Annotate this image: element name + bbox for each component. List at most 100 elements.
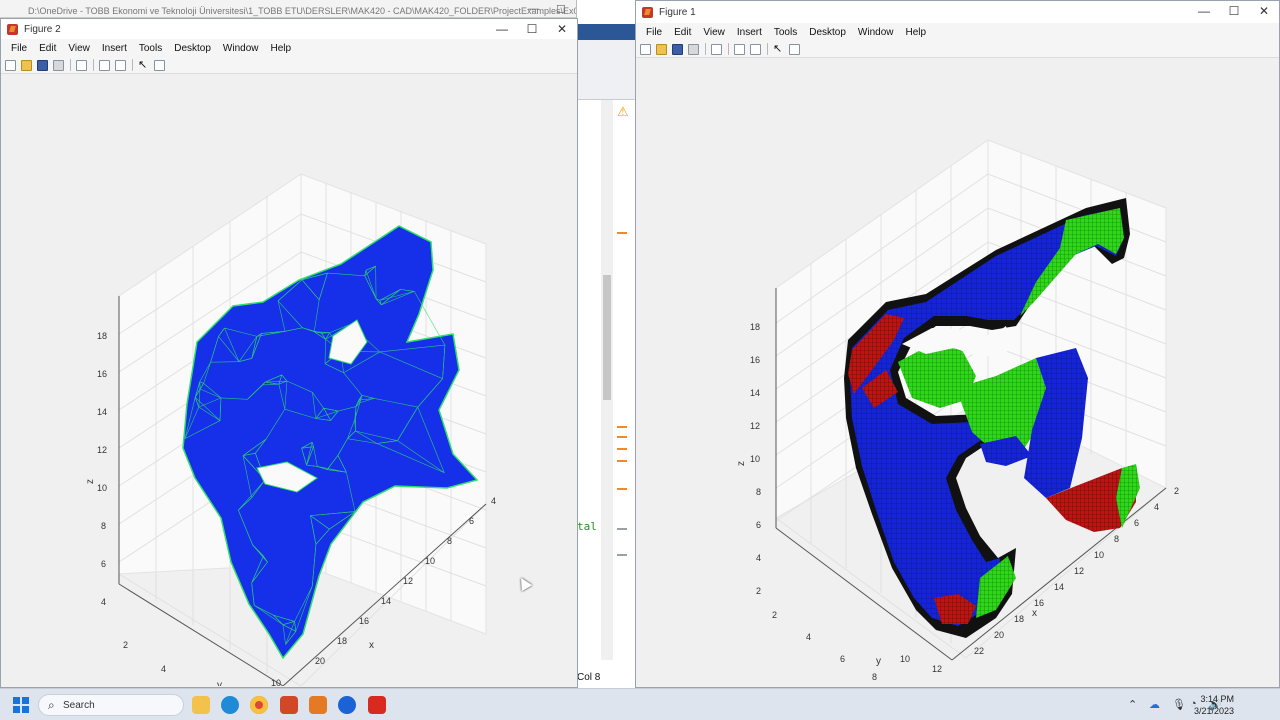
save-icon[interactable]	[37, 59, 48, 71]
figure-2-titlebar[interactable]: Figure 2 — ☐ ✕	[1, 19, 577, 39]
z-tick: 6	[101, 559, 106, 569]
background-window-titlebar[interactable]: D:\OneDrive - TOBB Ekonomi ve Teknoloji …	[0, 0, 578, 18]
property-inspector-icon[interactable]	[154, 59, 165, 71]
colorbar-icon[interactable]	[734, 43, 745, 55]
menu-help[interactable]: Help	[265, 43, 298, 54]
legend-icon[interactable]	[750, 43, 761, 55]
microphone-icon[interactable]: 🎙	[1172, 698, 1186, 711]
new-figure-icon[interactable]	[5, 59, 16, 71]
y-tick: 12	[932, 664, 942, 674]
minimize-button[interactable]: —	[528, 3, 539, 15]
system-clock[interactable]: 3:14 PM 3/21/2023	[1194, 693, 1234, 717]
menu-desktop[interactable]: Desktop	[803, 27, 852, 38]
minimize-button[interactable]: —	[1189, 1, 1219, 23]
print-icon[interactable]	[688, 43, 699, 55]
y-tick: 10	[271, 678, 281, 686]
menu-window[interactable]: Window	[217, 43, 265, 54]
matlab-taskbar-icon[interactable]	[309, 696, 327, 714]
maximize-button[interactable]: ☐	[517, 19, 547, 39]
z-tick: 4	[101, 597, 106, 607]
y-tick: 8	[872, 672, 877, 682]
legend-icon[interactable]	[115, 59, 126, 71]
minimize-button[interactable]: —	[487, 19, 517, 39]
code-analyzer-marker[interactable]	[617, 426, 627, 428]
menu-edit[interactable]: Edit	[668, 27, 697, 38]
warning-icon[interactable]: ⚠	[617, 104, 629, 120]
code-analyzer-marker[interactable]	[617, 528, 627, 530]
z-tick: 16	[750, 355, 760, 365]
maximize-button[interactable]: ☐	[556, 3, 566, 16]
zoom-icon[interactable]	[338, 696, 356, 714]
menu-tools[interactable]: Tools	[768, 27, 803, 38]
file-explorer-icon[interactable]	[192, 696, 210, 714]
figure-2-window: Figure 2 — ☐ ✕ File Edit View Insert Too…	[0, 18, 578, 718]
show-hidden-icons-icon[interactable]: ⌃	[1128, 698, 1137, 711]
x-tick: 12	[1074, 566, 1084, 576]
code-analyzer-marker[interactable]	[617, 436, 627, 438]
acrobat-icon[interactable]	[368, 696, 386, 714]
menu-file[interactable]: File	[5, 43, 33, 54]
x-tick: 20	[315, 656, 325, 666]
link-plot-icon[interactable]	[76, 59, 87, 71]
menu-view[interactable]: View	[697, 27, 731, 38]
scrollbar-thumb[interactable]	[603, 275, 611, 400]
code-analyzer-marker[interactable]	[617, 460, 627, 462]
edit-plot-arrow-icon[interactable]: ↖	[773, 43, 784, 55]
menu-desktop[interactable]: Desktop	[168, 43, 217, 54]
open-file-icon[interactable]	[21, 59, 32, 71]
menu-help[interactable]: Help	[900, 27, 933, 38]
link-plot-icon[interactable]	[711, 43, 722, 55]
close-button[interactable]: ✕	[547, 19, 577, 39]
start-button[interactable]	[13, 697, 29, 713]
onedrive-icon[interactable]: ☁	[1149, 698, 1160, 711]
y-tick: 6	[199, 685, 204, 686]
menu-insert[interactable]: Insert	[731, 27, 768, 38]
menu-view[interactable]: View	[62, 43, 96, 54]
figure-2-title: Figure 2	[24, 23, 61, 35]
code-analyzer-marker[interactable]	[617, 448, 627, 450]
menu-window[interactable]: Window	[852, 27, 900, 38]
powerpoint-icon[interactable]	[280, 696, 298, 714]
maximize-button[interactable]: ☐	[1219, 1, 1249, 23]
editor-scrollbar[interactable]	[601, 100, 613, 660]
z-tick-labels: 18 16 14 12 10 8 6 4 2	[750, 322, 761, 596]
figure-1-titlebar[interactable]: Figure 1 — ☐ ✕	[636, 1, 1279, 23]
z-tick: 18	[97, 331, 107, 341]
y-tick: 6	[840, 654, 845, 664]
edge-browser-icon[interactable]	[221, 696, 239, 714]
code-analyzer-marker[interactable]	[617, 232, 627, 234]
z-tick: 2	[756, 586, 761, 596]
figure-1-menubar: File Edit View Insert Tools Desktop Wind…	[636, 23, 1279, 41]
matlab-icon	[7, 23, 18, 35]
z-tick: 12	[750, 421, 760, 431]
colorbar-icon[interactable]	[99, 59, 110, 71]
taskbar-search[interactable]: ⌕ Search	[38, 694, 184, 716]
menu-tools[interactable]: Tools	[133, 43, 168, 54]
z-axis-label: z	[85, 479, 96, 484]
figure-1-axes[interactable]: 18 16 14 12 10 8 6 4 2 z 2 4 6 8 10 12 y…	[636, 58, 1279, 687]
property-inspector-icon[interactable]	[789, 43, 800, 55]
figure-2-axes[interactable]: 18 16 14 12 10 8 6 4 z 2 4 6 8 10 y	[1, 74, 577, 718]
x-tick: 4	[1154, 502, 1159, 512]
y-tick-labels: 2 4 6 8 10 12	[772, 610, 942, 682]
chrome-icon[interactable]	[250, 696, 268, 714]
figure-1-plot: 18 16 14 12 10 8 6 4 2 z 2 4 6 8 10 12 y…	[736, 139, 1179, 682]
menu-file[interactable]: File	[640, 27, 668, 38]
save-icon[interactable]	[672, 43, 683, 55]
x-tick: 14	[1054, 582, 1064, 592]
x-axis-label: x	[369, 640, 374, 651]
code-analyzer-marker[interactable]	[617, 488, 627, 490]
print-icon[interactable]	[53, 59, 64, 71]
edit-plot-arrow-icon[interactable]: ↖	[138, 59, 149, 71]
new-figure-icon[interactable]	[640, 43, 651, 55]
y-tick: 4	[161, 664, 166, 674]
x-tick: 16	[359, 616, 369, 626]
close-button[interactable]: ✕	[1249, 1, 1279, 23]
y-tick: 2	[123, 640, 128, 650]
figure-2-toolbar: ↖	[1, 57, 577, 74]
code-analyzer-marker[interactable]	[617, 554, 627, 556]
menu-insert[interactable]: Insert	[96, 43, 133, 54]
menu-edit[interactable]: Edit	[33, 43, 62, 54]
z-tick: 10	[97, 483, 107, 493]
open-file-icon[interactable]	[656, 43, 667, 55]
